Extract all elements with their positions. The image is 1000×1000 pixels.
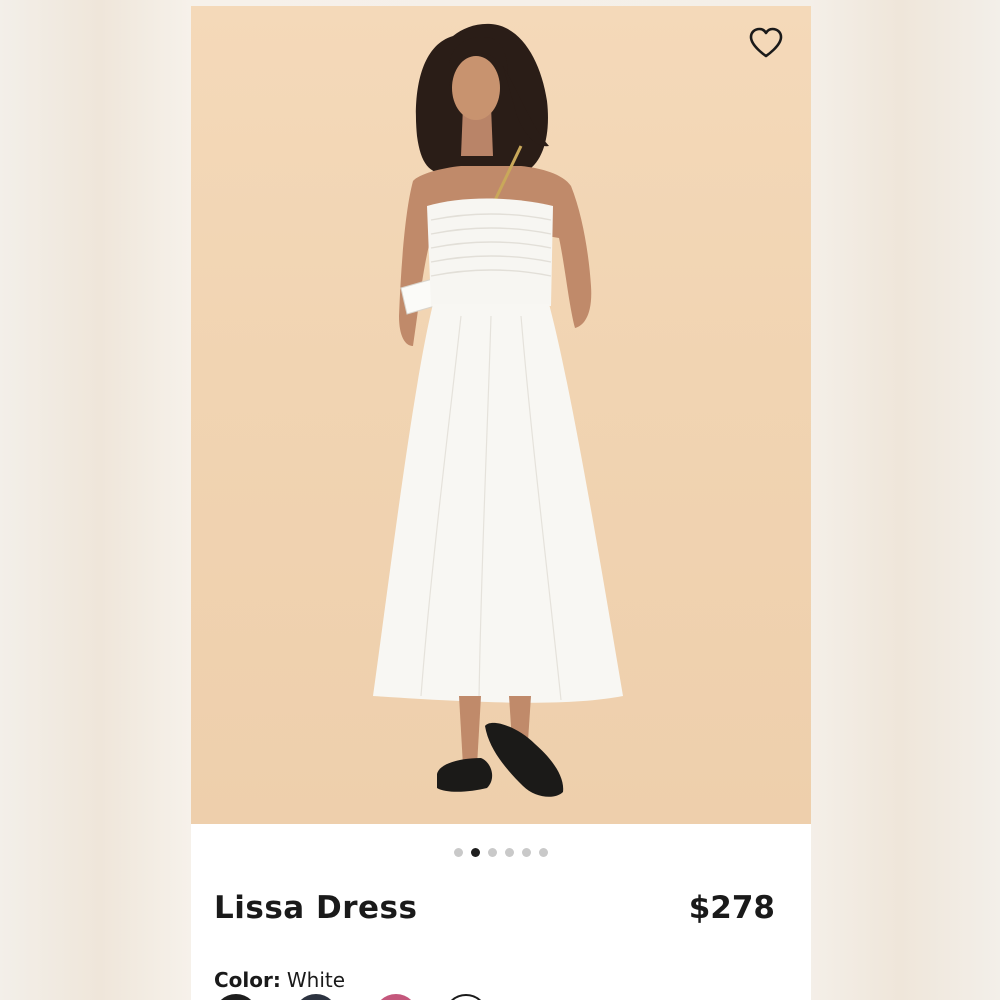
carousel-dot[interactable] bbox=[488, 848, 497, 857]
carousel-dot-active[interactable] bbox=[471, 848, 480, 857]
swatch-navy[interactable] bbox=[294, 994, 338, 1000]
product-card: Lissa Dress $278 Color: White bbox=[191, 6, 811, 1000]
heart-outline-icon bbox=[749, 27, 783, 58]
product-title: Lissa Dress bbox=[214, 890, 418, 926]
carousel-dot[interactable] bbox=[505, 848, 514, 857]
product-image[interactable] bbox=[191, 6, 811, 824]
carousel-dot[interactable] bbox=[454, 848, 463, 857]
model-photo bbox=[373, 23, 623, 797]
swatch-pink[interactable] bbox=[374, 994, 418, 1000]
swatch-white-selected[interactable] bbox=[444, 994, 488, 1000]
carousel-dot[interactable] bbox=[522, 848, 531, 857]
color-selection-label: Color: White bbox=[214, 968, 345, 992]
image-carousel-dots bbox=[191, 848, 811, 857]
color-label: Color: bbox=[214, 968, 281, 992]
favorite-button[interactable] bbox=[747, 24, 785, 62]
carousel-dot[interactable] bbox=[539, 848, 548, 857]
color-value: White bbox=[286, 968, 346, 992]
product-price: $278 bbox=[688, 890, 775, 926]
swatch-black[interactable] bbox=[214, 994, 258, 1000]
